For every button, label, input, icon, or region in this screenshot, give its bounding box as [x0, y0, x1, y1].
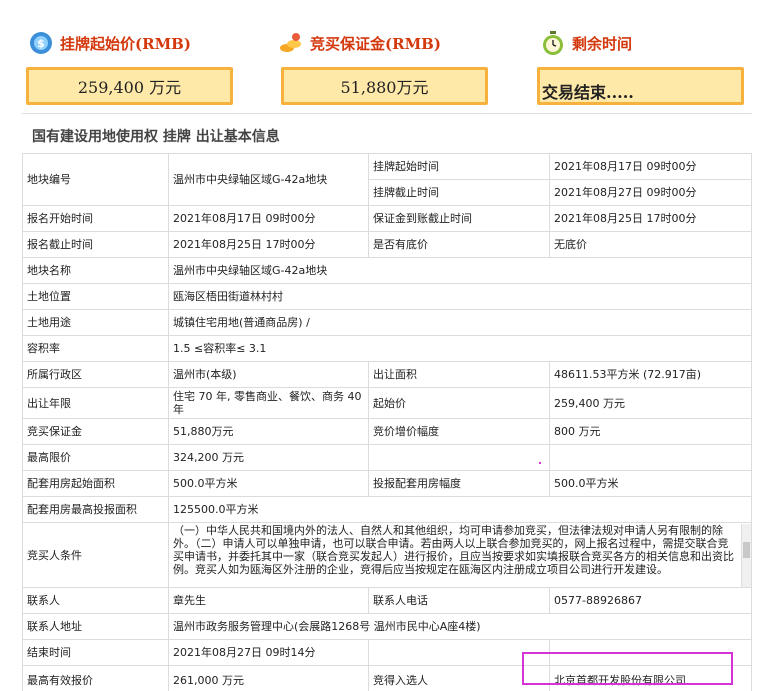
- table-row: 配套用房起始面积 500.0平方米 投报配套用房幅度 500.0平方米: [22, 470, 752, 497]
- svg-text:$: $: [37, 37, 45, 50]
- cell-value: 2021年08月27日 09时14分: [168, 639, 369, 666]
- info-table: 地块编号 温州市中央绿轴区域G-42a地块 挂牌起始时间 2021年08月17日…: [22, 153, 752, 691]
- table-row: 配套用房最高投报面积 125500.0平方米: [22, 496, 752, 523]
- cell-value: 125500.0平方米: [168, 496, 752, 523]
- cell-label: 所属行政区: [22, 361, 169, 388]
- remaining-title: 剩余时间: [572, 34, 633, 53]
- scrollbar-thumb[interactable]: [743, 541, 750, 558]
- deposit-value: 51,880万元: [281, 67, 488, 105]
- cell-empty: [368, 639, 550, 666]
- cell-label: 竞价增价幅度: [368, 418, 550, 445]
- cell-label: 保证金到账截止时间: [368, 205, 550, 232]
- table-row: 竞买人条件 （一）中华人民共和国境内外的法人、自然人和其他组织，均可申请参加竞买…: [22, 522, 752, 588]
- cell-value: 51,880万元: [168, 418, 369, 445]
- cell-label: 竞买保证金: [22, 418, 169, 445]
- cell-value: 500.0平方米: [549, 470, 752, 497]
- table-row: 最高有效报价 261,000 万元 竞得入选人 北京首都开发股份有限公司: [22, 665, 752, 691]
- table-row: 地块名称 温州市中央绿轴区域G-42a地块: [22, 257, 752, 284]
- table-row: 土地用途 城镇住宅用地(普通商品房) /: [22, 309, 752, 336]
- table-row: 联系人地址 温州市政务服务管理中心(会展路1268号 温州市民中心A座4楼): [22, 613, 752, 640]
- cell-label: 投报配套用房幅度: [368, 470, 550, 497]
- cell-label: 最高有效报价: [22, 665, 169, 691]
- cell-value: 2021年08月17日 09时00分: [549, 153, 752, 180]
- cell-value: 0577-88926867: [549, 587, 752, 614]
- cell-value: 1.5 ≤容积率≤ 3.1: [168, 335, 752, 362]
- cell-value: 261,000 万元: [168, 665, 369, 691]
- conditions-cell: （一）中华人民共和国境内外的法人、自然人和其他组织，均可申请参加竞买，但法律法规…: [168, 522, 752, 588]
- cell-empty: [368, 444, 550, 471]
- coins-icon: [278, 30, 304, 56]
- cell-label: 出让年限: [22, 387, 169, 419]
- table-row: 所属行政区 温州市(本级) 出让面积 48611.53平方米 (72.917亩): [22, 361, 752, 388]
- cell-label: 土地位置: [22, 283, 169, 310]
- table-row: 出让年限 住宅 70 年, 零售商业、餐饮、商务 40年 起始价 259,400…: [22, 387, 752, 419]
- table-row: 土地位置 瓯海区梧田街道林村村: [22, 283, 752, 310]
- cell-label: 地块编号: [22, 153, 169, 206]
- cell-label: 土地用途: [22, 309, 169, 336]
- cell-value: 章先生: [168, 587, 369, 614]
- deposit-header: 竞买保证金(RMB): [278, 28, 441, 58]
- table-row: 最高限价 324,200 万元: [22, 444, 752, 471]
- cell-label: 起始价: [368, 387, 550, 419]
- table-row: 容积率 1.5 ≤容积率≤ 3.1: [22, 335, 752, 362]
- cell-label: 报名开始时间: [22, 205, 169, 232]
- cell-label: 挂牌截止时间: [368, 179, 550, 206]
- cell-label: 容积率: [22, 335, 169, 362]
- cell-label: 配套用房起始面积: [22, 470, 169, 497]
- table-row: 报名开始时间 2021年08月17日 09时00分 保证金到账截止时间 2021…: [22, 205, 752, 232]
- table-row: 联系人 章先生 联系人电话 0577-88926867: [22, 587, 752, 614]
- cell-value: 324,200 万元: [168, 444, 369, 471]
- cell-value: 瓯海区梧田街道林村村: [168, 283, 752, 310]
- cell-label: 出让面积: [368, 361, 550, 388]
- cell-label: 联系人电话: [368, 587, 550, 614]
- cell-label: 联系人: [22, 587, 169, 614]
- cell-label: 结束时间: [22, 639, 169, 666]
- cell-value: 温州市中央绿轴区域G-42a地块: [168, 153, 369, 206]
- cell-value: 2021年08月25日 17时00分: [549, 205, 752, 232]
- cell-value: 2021年08月17日 09时00分: [168, 205, 369, 232]
- cell-label: 报名截止时间: [22, 231, 169, 258]
- divider: [22, 113, 752, 114]
- remaining-header: 剩余时间: [540, 28, 632, 58]
- cell-value: 259,400 万元: [549, 387, 752, 419]
- cell-value: 温州市中央绿轴区域G-42a地块: [168, 257, 752, 284]
- cell-value: 无底价: [549, 231, 752, 258]
- cell-value: 500.0平方米: [168, 470, 369, 497]
- conditions-text: （一）中华人民共和国境内外的法人、自然人和其他组织，均可申请参加竞买，但法律法规…: [173, 523, 734, 576]
- table-row: 地块编号 温州市中央绿轴区域G-42a地块 挂牌起始时间 2021年08月17日…: [22, 153, 752, 206]
- cell-label: 配套用房最高投报面积: [22, 496, 169, 523]
- winner-value: 北京首都开发股份有限公司: [549, 665, 752, 691]
- cell-label: 是否有底价: [368, 231, 550, 258]
- cell-value: 2021年08月27日 09时00分: [549, 179, 752, 206]
- cell-value: 温州市政务服务管理中心(会展路1268号 温州市民中心A座4楼): [168, 613, 752, 640]
- cell-value: 城镇住宅用地(普通商品房) /: [168, 309, 752, 336]
- cell-empty: [549, 444, 752, 471]
- marker-dot: [539, 462, 541, 464]
- cell-value: 2021年08月25日 17时00分: [168, 231, 369, 258]
- deposit-title: 竞买保证金(RMB): [310, 34, 441, 53]
- cell-label: 竞买人条件: [22, 522, 169, 588]
- money-bag-icon: $: [28, 30, 54, 56]
- conditions-scroll-area[interactable]: （一）中华人民共和国境内外的法人、自然人和其他组织，均可申请参加竞买，但法律法规…: [173, 523, 751, 587]
- table-row: 结束时间 2021年08月27日 09时14分: [22, 639, 752, 666]
- table-row: 竞买保证金 51,880万元 竞价增价幅度 800 万元: [22, 418, 752, 445]
- cell-label: 挂牌起始时间: [368, 153, 550, 180]
- cell-value: 800 万元: [549, 418, 752, 445]
- cell-label: 竞得入选人: [368, 665, 550, 691]
- remaining-value: 交易结束.....: [537, 67, 744, 105]
- table-row: 报名截止时间 2021年08月25日 17时00分 是否有底价 无底价: [22, 231, 752, 258]
- start-price-value: 259,400 万元: [26, 67, 233, 105]
- scrollbar[interactable]: [741, 523, 751, 587]
- cell-label: 最高限价: [22, 444, 169, 471]
- cell-value: 住宅 70 年, 零售商业、餐饮、商务 40年: [168, 387, 369, 419]
- start-price-header: $ 挂牌起始价(RMB): [28, 28, 191, 58]
- timer-icon: [540, 30, 566, 56]
- cell-label: 地块名称: [22, 257, 169, 284]
- start-price-title: 挂牌起始价(RMB): [60, 34, 191, 53]
- cell-value: 温州市(本级): [168, 361, 369, 388]
- cell-empty: [549, 639, 752, 666]
- cell-value: 48611.53平方米 (72.917亩): [549, 361, 752, 388]
- cell-label: 联系人地址: [22, 613, 169, 640]
- section-title: 国有建设用地使用权 挂牌 出让基本信息: [32, 129, 280, 145]
